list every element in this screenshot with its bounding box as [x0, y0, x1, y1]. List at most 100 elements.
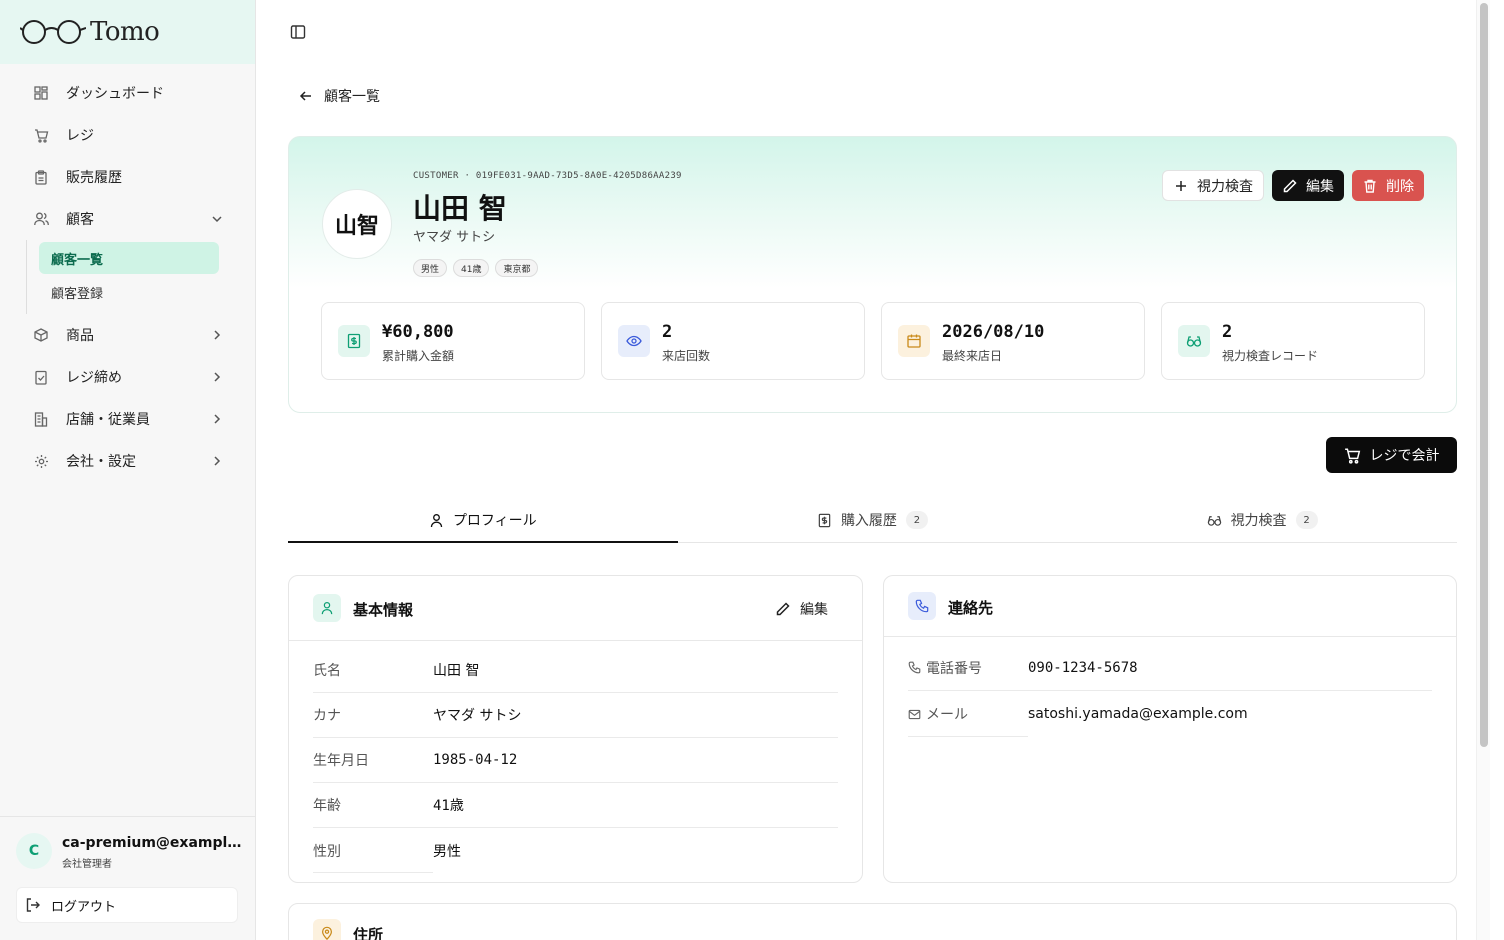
sidebar-item-sales-history[interactable]: 販売履歴 [0, 156, 255, 198]
customer-submenu: 顧客一覧 顧客登録 [26, 240, 255, 314]
field-row: カナ ヤマダ サトシ [313, 693, 838, 738]
page-scrollbar[interactable] [1476, 0, 1490, 940]
sidebar-item-label: 販売履歴 [66, 170, 122, 186]
logo[interactable]: Tomo [0, 0, 255, 64]
stat-visit-count: 2 来店回数 [601, 302, 865, 380]
field-value: ヤマダ サトシ [433, 708, 522, 724]
sidebar-nav: ダッシュボード レジ 販売履歴 顧客 顧客一覧 顧客登録 商品 レジ締め 店舗・… [0, 64, 255, 482]
checkout-at-register-button[interactable]: レジで会計 [1326, 437, 1457, 473]
map-pin-icon [313, 919, 341, 940]
user-icon [313, 594, 341, 622]
chevron-right-icon[interactable] [209, 327, 225, 343]
back-label: 顧客一覧 [324, 89, 380, 105]
field-label-text: 電話番号 [926, 660, 982, 677]
pencil-icon [775, 601, 791, 617]
cart-icon [1344, 447, 1361, 464]
stat-label: 最終来店日 [942, 349, 1003, 363]
field-value: 1985-04-12 [433, 752, 518, 768]
tab-profile[interactable]: プロフィール [288, 498, 678, 543]
field-label: 性別 [313, 843, 341, 860]
sidebar-item-customers[interactable]: 顧客 [0, 198, 255, 240]
stat-value: 2026/08/10 [942, 322, 1045, 342]
checkout-label: レジで会計 [1369, 448, 1440, 464]
card-title: 連絡先 [948, 599, 994, 617]
box-icon [33, 327, 49, 343]
sidebar-subitem-customer-register[interactable]: 顧客登録 [39, 276, 219, 308]
field-row: 電話番号 090-1234-5678 [908, 645, 1432, 691]
tag-age: 41歳 [453, 259, 490, 277]
contact-card: 連絡先 電話番号 090-1234-5678 メール satoshi.yamad… [883, 575, 1457, 883]
customer-stats: ¥60,800 累計購入金額 2 来店回数 2026/08/10 最終来店日 2… [321, 302, 1425, 380]
users-icon [33, 211, 49, 227]
sidebar-item-label: レジ締め [66, 370, 122, 386]
tab-label: プロフィール [452, 513, 537, 529]
sidebar-item-register[interactable]: レジ [0, 114, 255, 156]
trash-icon [1362, 178, 1378, 194]
delete-customer-button[interactable]: 削除 [1352, 170, 1424, 201]
add-eye-exam-label: 視力検査 [1197, 178, 1253, 195]
card-title: 基本情報 [353, 601, 414, 619]
user-role: 会社管理者 [62, 859, 112, 870]
field-label-text: メール [926, 707, 968, 723]
avatar[interactable]: C [16, 833, 52, 869]
field-row: 性別 男性 [313, 828, 838, 873]
tab-purchase-history[interactable]: 購入履歴 2 [678, 498, 1068, 542]
edit-customer-button[interactable]: 編集 [1272, 170, 1344, 201]
sidebar-item-closing[interactable]: レジ締め [0, 356, 255, 398]
card-title: 住所 [353, 926, 384, 940]
basic-info-card: 基本情報 編集 氏名 山田 智 カナ ヤマダ サトシ 生年月日 1985-04-… [288, 575, 863, 883]
field-label: カナ [313, 708, 341, 724]
field-value: 男性 [433, 843, 461, 860]
field-label: メール [908, 704, 1028, 724]
stat-eye-exam-records: 2 視力検査レコード [1161, 302, 1425, 380]
scrollbar-thumb[interactable] [1480, 3, 1488, 747]
field-value[interactable]: 090-1234-5678 [1028, 660, 1138, 676]
arrow-left-icon [298, 88, 314, 104]
field-label: 年齢 [313, 798, 341, 814]
field-value[interactable]: satoshi.yamada@example.com [1028, 706, 1248, 722]
sidebar-subitem-customer-list[interactable]: 顧客一覧 [39, 242, 219, 274]
chevron-right-icon[interactable] [209, 453, 225, 469]
tab-count-badge: 2 [905, 511, 928, 529]
logout-button[interactable]: ログアウト [16, 887, 238, 923]
chevron-right-icon[interactable] [209, 369, 225, 385]
sidebar-item-products[interactable]: 商品 [0, 314, 255, 356]
tab-label: 視力検査 [1230, 513, 1287, 529]
back-link[interactable]: 顧客一覧 [298, 86, 380, 106]
plus-icon [1173, 178, 1189, 194]
stat-value: 2 [662, 322, 673, 342]
basic-info-list: 氏名 山田 智 カナ ヤマダ サトシ 生年月日 1985-04-12 年齢 41… [289, 641, 862, 873]
pencil-icon [1282, 178, 1298, 194]
clipboard-icon [33, 169, 49, 185]
sidebar-item-label: 顧客 [66, 212, 94, 228]
sidebar-item-label: レジ [66, 128, 94, 144]
field-label: 電話番号 [908, 658, 1028, 678]
edit-basic-info-button[interactable]: 編集 [775, 599, 828, 619]
building-icon [33, 411, 49, 427]
mail-icon [908, 708, 921, 721]
sidebar-toggle-icon[interactable] [290, 24, 306, 40]
tag-gender: 男性 [413, 259, 448, 277]
card-header: 連絡先 [884, 576, 1456, 637]
sidebar-item-dashboard[interactable]: ダッシュボード [0, 72, 255, 114]
field-value: 山田 智 [433, 663, 480, 679]
delete-customer-label: 削除 [1386, 178, 1414, 195]
edit-label: 編集 [800, 602, 828, 618]
tab-eye-exam[interactable]: 視力検査 2 [1067, 498, 1457, 542]
customer-kana: ヤマダ サトシ [413, 230, 496, 245]
chevron-down-icon[interactable] [209, 211, 225, 227]
sidebar-item-label: 店舗・従業員 [66, 412, 150, 428]
customer-id: CUSTOMER · 019FE031-9AAD-73D5-8A0E-4205D… [413, 171, 682, 181]
tab-label: 購入履歴 [840, 513, 897, 529]
receipt-icon [817, 513, 832, 528]
customer-tags: 男性 41歳 東京都 [413, 259, 539, 277]
sidebar-item-company-settings[interactable]: 会社・設定 [0, 440, 255, 482]
add-eye-exam-button[interactable]: 視力検査 [1162, 170, 1264, 201]
chevron-right-icon[interactable] [209, 411, 225, 427]
field-row: 年齢 41歳 [313, 783, 838, 828]
sidebar-item-label: 商品 [66, 328, 94, 344]
sidebar-item-stores-staff[interactable]: 店舗・従業員 [0, 398, 255, 440]
edit-customer-label: 編集 [1306, 178, 1334, 195]
calendar-icon [898, 325, 930, 357]
stat-label: 来店回数 [662, 349, 711, 363]
